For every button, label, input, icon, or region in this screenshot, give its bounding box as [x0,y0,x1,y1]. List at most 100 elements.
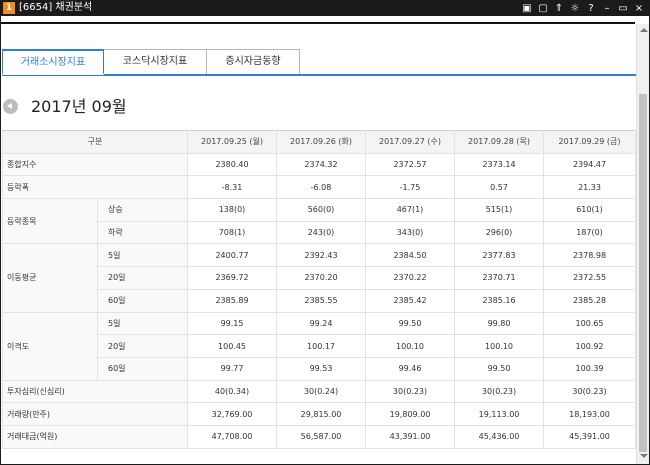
table-cell: 2385.16 [454,288,545,313]
minimize-icon[interactable]: – [602,3,612,14]
table-cell: 99.80 [454,311,545,336]
close-icon[interactable]: × [634,3,644,14]
table-cell: 40(0.34) [187,379,278,404]
table-cell: 100.45 [187,334,278,358]
table-row: 20일 2369.72 2370.20 2370.22 2370.71 2372… [3,266,637,290]
table-cell: 99.77 [187,356,278,381]
table-cell: -1.75 [365,175,456,200]
scroll-down-arrow-icon[interactable] [640,454,648,458]
row-label-change: 등락폭 [1,175,189,200]
table-cell: -6.08 [276,175,367,200]
table-cell: 32,769.00 [187,402,278,426]
row-sublabel-20d: 20일 [96,266,189,290]
table-cell: 708(1) [187,220,278,245]
table-cell: 43,391.00 [365,424,456,449]
table-cell: 2394.47 [543,152,637,177]
table-cell: 138(0) [187,198,278,222]
table-cell: 99.50 [454,356,545,381]
table-cell: 2370.71 [454,266,545,290]
table-cell: 296(0) [454,220,545,245]
pin-icon[interactable]: ⇑ [554,3,564,14]
tab-kosdaq-indicators[interactable]: 코스닥시장지표 [103,49,207,75]
table-cell: 21.33 [543,175,637,200]
table-cell: 2385.42 [365,288,456,313]
row-sublabel-20d: 20일 [96,334,189,358]
scrollbar-thumb[interactable] [639,94,647,452]
table-cell: 100.92 [543,334,637,358]
table-cell: 343(0) [365,220,456,245]
table-cell: 2373.14 [454,152,545,177]
screen-number-badge: 1 [3,2,15,14]
table-cell: 100.17 [276,334,367,358]
title-bar: 1 [6654] 채권분석 ▣ ▢ ⇑ ☼ ? – ▭ × [0,0,650,16]
row-label-moving-average: 이동평균 [2,243,98,313]
row-sublabel-60d: 60일 [96,288,189,313]
table-cell: 47,708.00 [187,424,278,449]
table-cell: 243(0) [276,220,367,245]
table-cell: 2370.22 [365,266,456,290]
row-label-disparity: 이격도 [2,311,98,381]
table-row: 60일 99.77 99.53 99.46 99.50 100.39 [3,356,637,381]
help-icon[interactable]: ? [586,3,596,14]
table-row: 이동평균 5일 2400.77 2392.43 2384.50 2377.83 … [2,243,637,313]
row-sublabel-down: 하락 [96,220,189,245]
table-cell: 2377.83 [454,243,545,268]
table-cell: 100.10 [454,334,545,358]
header-date: 2017.09.28 (목) [454,130,545,154]
table-cell: 2392.43 [276,243,367,268]
table-row: 하락 708(1) 243(0) 343(0) 296(0) 187(0) [3,220,637,245]
scroll-up-arrow-icon[interactable] [640,28,648,32]
table-row: 60일 2385.89 2385.55 2385.42 2385.16 2385… [3,288,637,313]
month-label: 2017년 09월 [31,97,127,116]
vertical-scrollbar[interactable] [636,24,649,464]
table-cell: 2372.55 [543,266,637,290]
table-cell: 2370.20 [276,266,367,290]
copy-icon[interactable]: ▢ [538,3,548,14]
header-row: 구분 2017.09.25 (월) 2017.09.26 (화) 2017.09… [1,130,637,154]
table-cell: 30(0.23) [543,379,637,404]
table-cell: 2369.72 [187,266,278,290]
market-indicator-table: 구분 2017.09.25 (월) 2017.09.26 (화) 2017.09… [1,130,637,449]
table-cell: 19,809.00 [365,402,456,426]
table-cell: 99.50 [365,311,456,336]
table-cell: 515(1) [454,198,545,222]
header-category: 구분 [1,130,189,154]
prev-month-button[interactable] [3,99,18,114]
table-cell: 30(0.24) [276,379,367,404]
table-cell: 2384.50 [365,243,456,268]
table-cell: 30(0.23) [454,379,545,404]
header-date: 2017.09.26 (화) [276,130,367,154]
row-label-psychology: 투자심리(신심리) [1,379,189,404]
row-sublabel-up: 상승 [96,198,189,222]
table-cell: 2385.89 [187,288,278,313]
row-label-volume: 거래량(만주) [1,402,189,426]
table-cell: 100.39 [543,356,637,381]
table-cell: 2385.28 [543,288,637,313]
table-row: 이격도 5일 99.15 99.24 99.50 99.80 100.65 [2,311,637,381]
table-cell: 99.46 [365,356,456,381]
table-cell: 56,587.00 [276,424,367,449]
table-cell: 100.65 [543,311,637,336]
main-window: 거래소시장지표 코스닥시장지표 증시자금동향 2017년 09월 구분 2017… [1,16,649,464]
table-row: 등락폭 -8.31 -6.08 -1.75 0.57 21.33 [1,175,637,200]
tab-kospi-indicators[interactable]: 거래소시장지표 [2,49,104,75]
table-row: 20일 100.45 100.17 100.10 100.10 100.92 [3,334,637,358]
settings-icon[interactable]: ☼ [570,3,580,14]
table-cell: 45,391.00 [543,424,637,449]
table-cell: 18,193.00 [543,402,637,426]
table-row: 거래량(만주) 32,769.00 29,815.00 19,809.00 19… [1,402,637,426]
row-sublabel-5d: 5일 [96,243,189,268]
tab-market-funds[interactable]: 증시자금동향 [206,49,300,75]
table-row: 거래대금(억원) 47,708.00 56,587.00 43,391.00 4… [1,424,637,449]
table-cell: 2385.55 [276,288,367,313]
row-label-composite: 종합지수 [1,152,189,177]
table-cell: 99.53 [276,356,367,381]
table-cell: 99.15 [187,311,278,336]
top-divider [1,22,635,24]
table-cell: 610(1) [543,198,637,222]
table-cell: 467(1) [365,198,456,222]
link-icon[interactable]: ▣ [522,3,532,14]
window-tools: ▣ ▢ ⇑ ☼ ? – ▭ × [522,1,644,15]
maximize-icon[interactable]: ▭ [618,3,628,14]
window-title: [6654] 채권분석 [19,2,93,13]
